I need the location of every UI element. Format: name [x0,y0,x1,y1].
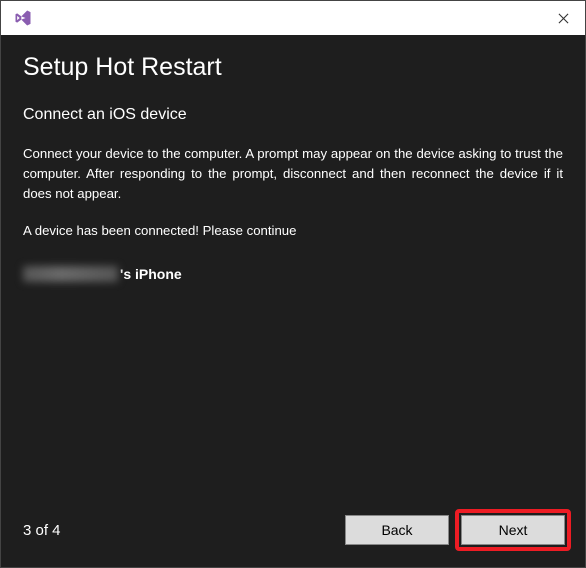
next-button-highlight: Next [455,509,571,551]
device-name-redacted [23,266,118,282]
status-text: A device has been connected! Please cont… [23,223,563,238]
instructions-text: Connect your device to the computer. A p… [23,144,563,203]
button-row: Back Next [343,509,571,551]
next-button[interactable]: Next [461,515,565,545]
device-name: 's iPhone [23,266,563,282]
device-name-suffix: 's iPhone [120,266,182,282]
visual-studio-icon [13,8,33,28]
page-subtitle: Connect an iOS device [23,106,563,124]
close-button[interactable] [549,4,577,32]
dialog-content: Setup Hot Restart Connect an iOS device … [1,35,585,507]
dialog-footer: 3 of 4 Back Next [1,507,585,567]
back-button-wrapper: Back [343,509,451,551]
page-title: Setup Hot Restart [23,53,563,82]
back-button[interactable]: Back [345,515,449,545]
titlebar [1,1,585,35]
page-counter: 3 of 4 [23,522,61,539]
